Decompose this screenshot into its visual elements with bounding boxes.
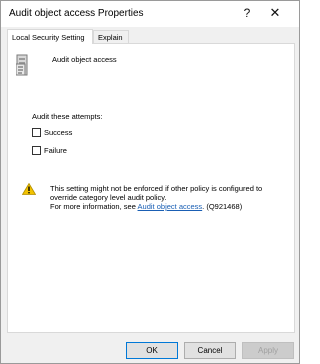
tab-panel: Audit object access Audit these attempts… (7, 43, 295, 333)
apply-button[interactable]: Apply (242, 342, 294, 359)
warning-line-1: This setting might not be enforced if ot… (50, 184, 263, 193)
title-bar: Audit object access Properties ? ✕ (1, 1, 299, 27)
warning-triangle-icon (22, 183, 36, 195)
warning-line-3: For more information, see Audit object a… (50, 202, 278, 211)
properties-dialog: Audit object access Properties ? ✕ Local… (0, 0, 300, 364)
failure-label: Failure (44, 146, 67, 155)
success-label: Success (44, 128, 73, 137)
failure-checkbox[interactable] (32, 146, 41, 155)
audit-object-access-link[interactable]: Audit object access (138, 202, 203, 211)
help-button[interactable]: ? (235, 3, 259, 23)
warning-line-3-prefix: For more information, see (50, 202, 138, 211)
policy-name: Audit object access (52, 55, 117, 64)
tab-explain[interactable]: Explain (93, 30, 129, 44)
failure-checkbox-row[interactable]: Failure (32, 146, 67, 155)
success-checkbox[interactable] (32, 128, 41, 137)
audit-attempts-heading: Audit these attempts: (32, 112, 103, 121)
warning-message: This setting might not be enforced if ot… (50, 184, 278, 211)
warning-line-2: override category level audit policy. (50, 193, 167, 202)
window-title: Audit object access Properties (9, 8, 144, 19)
close-button[interactable]: ✕ (263, 3, 287, 23)
warning-line-3-suffix: . (Q921468) (202, 202, 243, 211)
server-policy-icon (16, 54, 28, 76)
ok-button[interactable]: OK (126, 342, 178, 359)
success-checkbox-row[interactable]: Success (32, 128, 72, 137)
tab-local-security-setting[interactable]: Local Security Setting (7, 29, 93, 44)
cancel-button[interactable]: Cancel (184, 342, 236, 359)
